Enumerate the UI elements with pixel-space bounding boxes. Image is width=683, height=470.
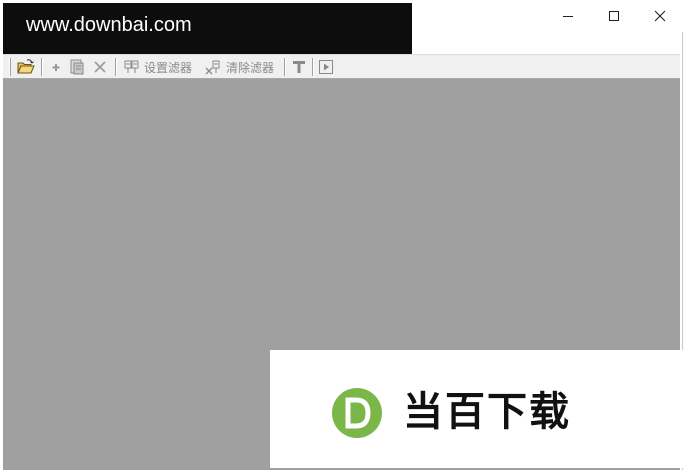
logo-circle [332, 388, 382, 438]
logo-watermark: 当百下载 [270, 350, 683, 468]
document-edit-icon [70, 59, 84, 75]
toolbar-separator [41, 58, 43, 76]
toolbar-separator [312, 58, 314, 76]
toolbar-separator [115, 58, 117, 76]
clear-filter-button[interactable]: 清除滤器 [205, 57, 274, 77]
logo-text: 当百下载 [403, 389, 571, 435]
text-button[interactable] [291, 57, 307, 77]
logo-d-icon [345, 397, 371, 429]
open-button[interactable] [16, 57, 36, 77]
plus-icon [52, 64, 60, 71]
maximize-icon [609, 10, 619, 21]
folder-open-icon [17, 59, 35, 74]
app-window: www.downbai.com 设置滤器 清除滤器 当百下载 [0, 0, 683, 470]
minimize-icon [563, 15, 573, 17]
minimize-button[interactable] [545, 0, 591, 31]
clear-filter-icon [205, 60, 220, 75]
delete-button[interactable] [92, 57, 108, 77]
toolbar-separator [284, 58, 286, 76]
play-box-icon [319, 60, 333, 74]
x-icon [94, 61, 106, 73]
text-t-icon [293, 61, 305, 73]
add-button[interactable] [49, 57, 63, 77]
play-button[interactable] [318, 57, 334, 77]
close-icon [654, 10, 666, 21]
watermark-banner: www.downbai.com [3, 3, 412, 54]
toolbar-grip[interactable] [9, 58, 11, 76]
clear-filter-label: 清除滤器 [226, 60, 275, 75]
close-button[interactable] [637, 0, 683, 31]
set-filter-icon [124, 60, 139, 73]
set-filter-button[interactable]: 设置滤器 [123, 57, 192, 77]
set-filter-label: 设置滤器 [144, 60, 193, 75]
edit-button[interactable] [67, 57, 87, 77]
maximize-button[interactable] [591, 0, 637, 31]
toolbar: 设置滤器 清除滤器 [3, 54, 680, 79]
